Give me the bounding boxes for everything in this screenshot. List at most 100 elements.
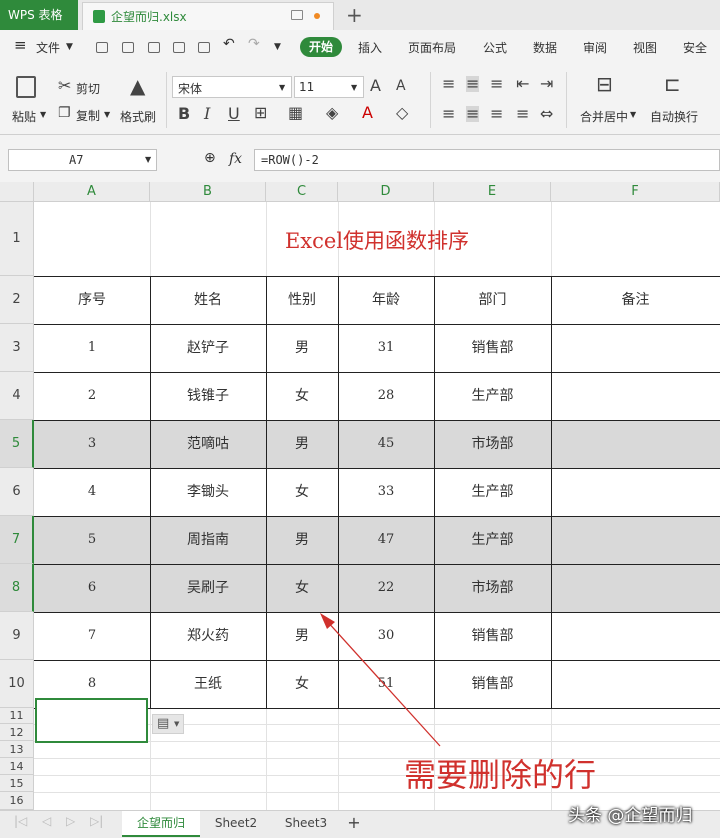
fx-icon[interactable]: fx: [229, 151, 242, 167]
table-cell[interactable]: 生产部: [434, 516, 551, 564]
table-cell[interactable]: 4: [34, 468, 150, 516]
merge-center-button[interactable]: 合并居中: [580, 108, 628, 125]
row-header-8[interactable]: 8: [0, 564, 34, 612]
table-cell[interactable]: 销售部: [434, 612, 551, 660]
table-cell[interactable]: 22: [338, 564, 434, 612]
paste-button[interactable]: 粘贴: [12, 108, 36, 125]
align-top-icon[interactable]: ≡: [442, 76, 455, 92]
tab-start[interactable]: 开始: [300, 37, 342, 57]
table-cell[interactable]: 30: [338, 612, 434, 660]
underline-icon[interactable]: U: [228, 106, 240, 122]
print-icon[interactable]: [173, 42, 185, 53]
column-header-b[interactable]: B: [150, 182, 266, 202]
merge-chevron-icon[interactable]: ▼: [630, 110, 636, 119]
table-cell[interactable]: 周指南: [150, 516, 266, 564]
increase-font-icon[interactable]: A: [370, 78, 381, 94]
format-painter-button[interactable]: 格式刷: [120, 108, 156, 125]
print-preview-icon[interactable]: [198, 42, 210, 53]
table-cell[interactable]: 男: [266, 612, 338, 660]
copy-button[interactable]: 复制: [76, 107, 100, 124]
table-cell[interactable]: 女: [266, 468, 338, 516]
name-box[interactable]: A7 ▼: [8, 149, 157, 171]
table-cell[interactable]: 8: [34, 660, 150, 708]
paste-chevron-icon[interactable]: ▼: [40, 110, 46, 119]
table-cell[interactable]: 2: [34, 372, 150, 420]
app-tab[interactable]: WPS 表格: [0, 0, 78, 30]
table-cell[interactable]: 李锄头: [150, 468, 266, 516]
prev-sheet-icon[interactable]: ◁: [42, 814, 51, 828]
next-sheet-icon[interactable]: ▷: [66, 814, 75, 828]
redo-icon[interactable]: ↷: [248, 36, 260, 52]
font-color-icon[interactable]: A: [362, 105, 373, 121]
align-center-icon[interactable]: ≡: [466, 106, 480, 122]
align-left-icon[interactable]: ≡: [442, 106, 455, 122]
export-pdf-icon[interactable]: [148, 42, 160, 53]
sheet-tab-sheet3[interactable]: Sheet3: [272, 811, 340, 835]
table-cell[interactable]: 女: [266, 372, 338, 420]
table-cell[interactable]: 47: [338, 516, 434, 564]
tab-page-layout[interactable]: 页面布局: [408, 39, 456, 56]
italic-icon[interactable]: I: [204, 106, 210, 122]
row-header-16[interactable]: 16: [0, 792, 34, 810]
indent-decrease-icon[interactable]: ⇤: [516, 76, 529, 92]
fill-format-icon[interactable]: ▦: [288, 105, 303, 121]
row-header-9[interactable]: 9: [0, 612, 34, 660]
cut-button[interactable]: 剪切: [76, 80, 100, 97]
table-cell[interactable]: 市场部: [434, 420, 551, 468]
menu-file[interactable]: 文件: [36, 39, 60, 56]
border-icon[interactable]: ⊞: [254, 105, 267, 121]
chevron-down-icon[interactable]: ▼: [66, 42, 73, 52]
copy-chevron-icon[interactable]: ▼: [104, 110, 110, 119]
table-cell[interactable]: 吴刷子: [150, 564, 266, 612]
row-header-14[interactable]: 14: [0, 758, 34, 775]
table-cell[interactable]: 销售部: [434, 660, 551, 708]
table-cell[interactable]: 生产部: [434, 372, 551, 420]
font-size-select[interactable]: 11 ▼: [294, 76, 364, 98]
table-cell[interactable]: 3: [34, 420, 150, 468]
table-cell[interactable]: 33: [338, 468, 434, 516]
paste-icon[interactable]: [16, 76, 36, 98]
row-header-7[interactable]: 7: [0, 516, 34, 564]
indent-increase-icon[interactable]: ⇥: [540, 76, 553, 92]
row-header-11[interactable]: 11: [0, 708, 34, 724]
table-cell[interactable]: 1: [34, 324, 150, 372]
select-all-corner[interactable]: [0, 182, 34, 202]
column-header-e[interactable]: E: [434, 182, 551, 202]
file-tab[interactable]: 企望而归.xlsx: [82, 2, 334, 30]
undo-icon[interactable]: ↶: [223, 36, 235, 52]
format-painter-icon[interactable]: ▲: [130, 76, 145, 96]
tab-data[interactable]: 数据: [533, 39, 557, 56]
copy-icon[interactable]: ❐: [58, 105, 71, 121]
row-header-12[interactable]: 12: [0, 724, 34, 741]
formula-input[interactable]: =ROW()-2: [254, 149, 720, 171]
tab-review[interactable]: 审阅: [583, 39, 607, 56]
table-cell[interactable]: 市场部: [434, 564, 551, 612]
tab-security[interactable]: 安全: [683, 39, 707, 56]
new-tab-button[interactable]: +: [346, 3, 363, 27]
row-header-2[interactable]: 2: [0, 276, 34, 324]
clear-format-icon[interactable]: ◇: [396, 105, 408, 121]
table-cell[interactable]: 生产部: [434, 468, 551, 516]
table-cell[interactable]: 女: [266, 564, 338, 612]
align-right-icon[interactable]: ≡: [490, 106, 503, 122]
last-sheet-icon[interactable]: ▷|: [90, 814, 103, 828]
save-icon[interactable]: [122, 42, 134, 53]
column-header-c[interactable]: C: [266, 182, 338, 202]
tab-formulas[interactable]: 公式: [483, 39, 507, 56]
table-cell[interactable]: 女: [266, 660, 338, 708]
table-cell[interactable]: 5: [34, 516, 150, 564]
table-cell[interactable]: 45: [338, 420, 434, 468]
table-cell[interactable]: 7: [34, 612, 150, 660]
distribute-icon[interactable]: ⇔: [540, 106, 553, 122]
sheet-tab-sheet2[interactable]: Sheet2: [202, 811, 270, 835]
wrap-text-button[interactable]: 自动换行: [650, 108, 698, 125]
row-header-4[interactable]: 4: [0, 372, 34, 420]
scissors-icon[interactable]: ✂: [58, 78, 71, 94]
table-cell[interactable]: 51: [338, 660, 434, 708]
add-sheet-button[interactable]: +: [342, 811, 366, 835]
hamburger-icon[interactable]: ≡: [14, 36, 27, 54]
merge-center-icon[interactable]: ⊟: [596, 74, 613, 94]
row-header-15[interactable]: 15: [0, 775, 34, 792]
tab-insert[interactable]: 插入: [358, 39, 382, 56]
table-cell[interactable]: 28: [338, 372, 434, 420]
